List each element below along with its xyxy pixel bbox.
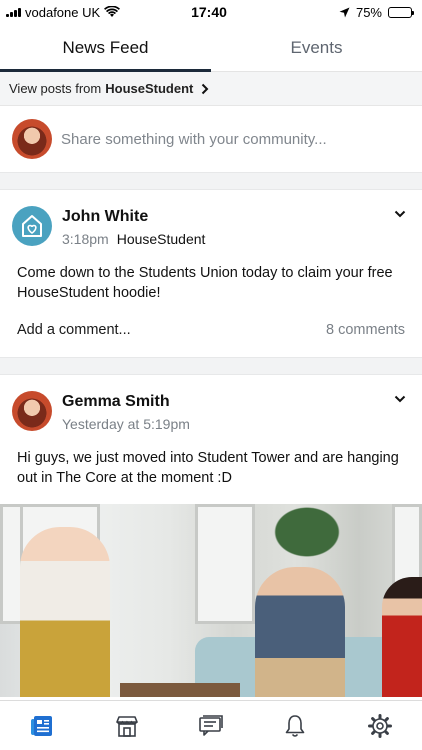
photo-person [20, 527, 110, 697]
messages-icon [199, 714, 223, 736]
photo-window [195, 504, 255, 624]
signal-icon [6, 7, 21, 17]
comment-count[interactable]: 8 comments [326, 322, 405, 338]
news-feed-icon [31, 715, 53, 736]
tab-events[interactable]: Events [211, 24, 422, 71]
status-time: 17:40 [191, 4, 227, 20]
post-body: Come down to the Students Union today to… [17, 265, 393, 301]
feed-tabs: News Feed Events [0, 24, 422, 72]
location-arrow-icon [339, 7, 350, 17]
status-bar: vodafone UK 17:40 75% [0, 0, 422, 24]
nav-messages[interactable] [191, 706, 231, 746]
carrier-label: vodafone UK [25, 4, 101, 20]
post-subline: Yesterday at 5:19pm [62, 416, 190, 432]
bottom-nav [0, 700, 422, 750]
nav-store[interactable] [107, 706, 147, 746]
photo-person [255, 567, 345, 697]
post-card: Gemma Smith Yesterday at 5:19pm Hi guys,… [0, 375, 422, 697]
nav-notifications[interactable] [275, 706, 315, 746]
post-time: 3:18pm [62, 231, 109, 247]
battery-percent: 75% [355, 4, 382, 20]
post-composer[interactable]: Share something with your community... [0, 106, 422, 172]
bell-icon [286, 714, 305, 737]
post-meta: John White 3:18pm HouseStudent [62, 206, 205, 247]
post-header: John White 3:18pm HouseStudent [0, 190, 422, 247]
add-comment-button[interactable]: Add a comment... [17, 322, 131, 338]
wifi-icon [104, 6, 121, 17]
post-meta: Gemma Smith Yesterday at 5:19pm [62, 391, 190, 432]
nav-settings[interactable] [360, 706, 400, 746]
storefront-icon [115, 715, 138, 737]
section-divider [0, 172, 422, 190]
post-group[interactable]: HouseStudent [117, 231, 206, 247]
post-author[interactable]: John White [62, 208, 205, 226]
status-left: vodafone UK [6, 5, 156, 20]
user-avatar [12, 119, 52, 159]
nav-news-feed[interactable] [22, 706, 62, 746]
chevron-down-icon[interactable] [394, 395, 406, 403]
post-footer: Add a comment... 8 comments [0, 303, 422, 357]
photo-table [120, 683, 240, 697]
post-photo[interactable] [0, 504, 422, 697]
gear-icon [367, 713, 392, 738]
battery-icon [388, 6, 414, 18]
photo-plant [252, 504, 362, 574]
photo-person [382, 577, 422, 697]
post-time: Yesterday at 5:19pm [62, 416, 190, 432]
tab-news-feed[interactable]: News Feed [0, 24, 211, 71]
post-body: Hi guys, we just moved into Student Towe… [17, 450, 399, 486]
section-divider [0, 357, 422, 375]
chevron-right-icon [202, 83, 209, 94]
composer-placeholder[interactable]: Share something with your community... [61, 131, 327, 148]
house-heart-icon[interactable] [12, 206, 52, 246]
status-right: 75% [262, 4, 414, 20]
post-card: John White 3:18pm HouseStudent Come down… [0, 190, 422, 357]
post-author[interactable]: Gemma Smith [62, 393, 190, 411]
filter-source: HouseStudent [105, 81, 194, 96]
author-avatar[interactable] [12, 391, 52, 431]
chevron-down-icon[interactable] [394, 210, 406, 218]
post-header: Gemma Smith Yesterday at 5:19pm [0, 375, 422, 432]
filter-prefix: View posts from [9, 81, 102, 96]
active-tab-indicator [0, 69, 211, 72]
post-subline: 3:18pm HouseStudent [62, 231, 205, 247]
post-source-filter[interactable]: View posts from HouseStudent [0, 72, 422, 106]
